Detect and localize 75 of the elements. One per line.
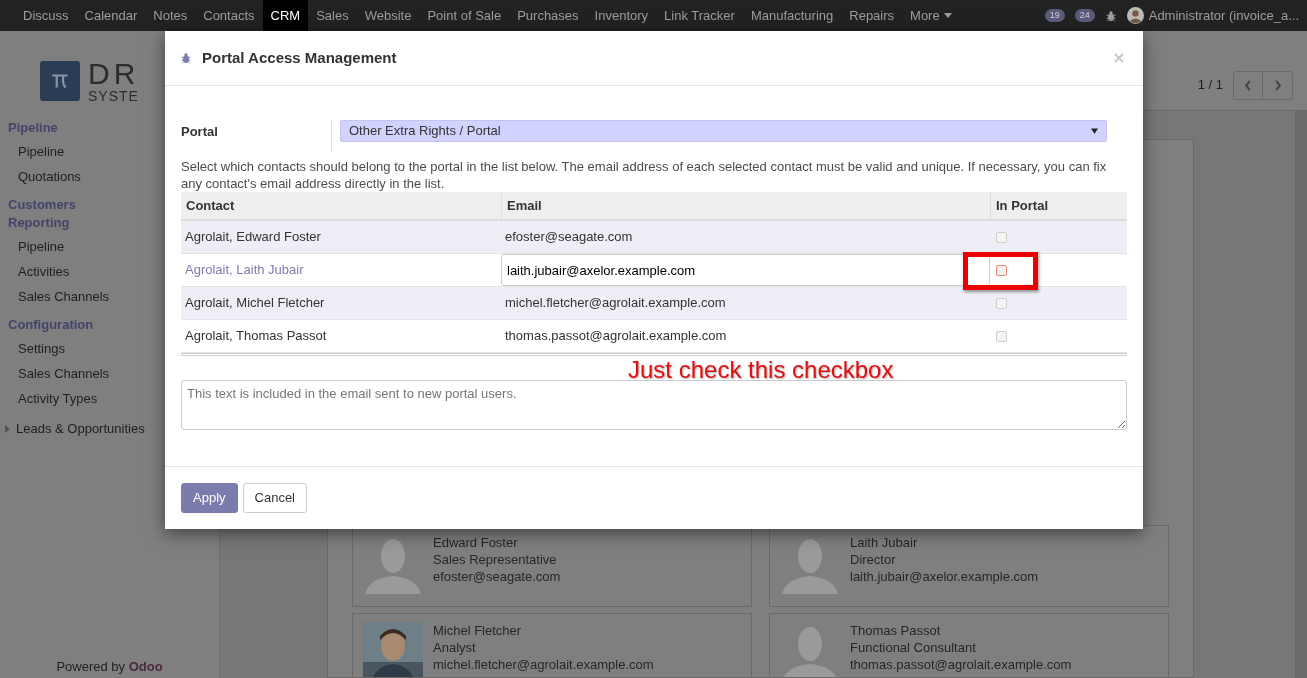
menu-item[interactable]: Discuss <box>15 0 77 31</box>
table-cell-text: michel.fletcher@agrolait.example.com <box>504 294 727 313</box>
description-text: Select which contacts should belong to the portal in the list below. The email address of each selected contact must be valid and unique. If necessary, you can fix any contact's email address directly in the list. <box>181 158 1108 192</box>
menu-item[interactable]: Purchases <box>509 0 587 31</box>
contact-title: Sales Representative <box>433 551 558 568</box>
menu-item[interactable]: CRM <box>262 0 309 31</box>
logo-subtext: SYSTE <box>88 89 140 103</box>
table-row[interactable]: Agrolait, Edward Foster efoster@seagate.com <box>181 221 1127 254</box>
menu-item[interactable]: Sales <box>308 0 357 31</box>
contact-email: laith.jubair@axelor.example.com <box>850 568 1039 585</box>
table-row[interactable]: Agrolait, Laith Jubair laith.jubair@axelor.example.com <box>181 254 1127 287</box>
activity-badge[interactable]: 19 <box>1044 9 1065 22</box>
contact-name: Laith Jubair <box>850 534 919 551</box>
checkbox[interactable] <box>996 231 1007 243</box>
table-cell-text: Agrolait, Michel Fletcher <box>184 294 326 313</box>
contact-name: Edward Foster <box>433 534 519 551</box>
chevron-right-icon <box>1273 80 1282 91</box>
column-header[interactable]: Contact <box>181 192 501 219</box>
more-menu[interactable]: More <box>902 0 960 31</box>
contact-card[interactable]: Michel Fletcher Analyst michel.fletcher@agrolait.example.com <box>352 613 752 677</box>
contact-email: efoster@seagate.com <box>433 568 561 585</box>
menu-item[interactable]: Contacts <box>195 0 263 31</box>
contact-title: Director <box>850 551 897 568</box>
dialog-title: Portal Access Management <box>202 47 397 68</box>
contact-name: Michel Fletcher <box>433 622 523 639</box>
menu-item[interactable]: Website <box>356 0 420 31</box>
portal-label: Portal <box>181 123 219 141</box>
portal-select[interactable]: Other Extra Rights / Portal <box>340 120 1107 142</box>
caret-icon <box>943 13 952 18</box>
close-button[interactable] <box>1114 53 1124 63</box>
bug-icon <box>180 52 192 64</box>
table-cell-text: Agrolait, Thomas Passot <box>184 327 328 346</box>
checkbox[interactable] <box>996 297 1007 309</box>
column-header[interactable]: In Portal <box>990 192 1127 219</box>
menu-item[interactable]: Calendar <box>76 0 146 31</box>
table-cell-text: Agrolait, Laith Jubair <box>184 261 305 280</box>
table-cell-text: thomas.passot@agrolait.example.com <box>504 327 728 346</box>
section-heading: Customers Reporting <box>8 196 77 232</box>
bug-icon <box>1104 9 1117 22</box>
dropdown-icon <box>1091 128 1098 134</box>
menu-item[interactable]: Inventory <box>586 0 657 31</box>
contact-title: Analyst <box>433 639 477 656</box>
menu-item[interactable]: Notes <box>145 0 196 31</box>
menu-item[interactable]: Repairs <box>841 0 903 31</box>
checkbox[interactable] <box>996 264 1007 276</box>
checkbox[interactable] <box>996 330 1007 342</box>
menu-item[interactable]: Manufacturing <box>742 0 842 31</box>
logo-text: DR <box>88 59 140 89</box>
apply-button[interactable]: Apply <box>181 483 238 513</box>
column-header[interactable]: Email <box>501 192 990 219</box>
contact-name: Thomas Passot <box>850 622 942 639</box>
chevron-left-icon <box>1244 80 1252 91</box>
section-heading: Pipeline <box>8 119 58 137</box>
powered-by-text: Powered by <box>56 658 127 674</box>
pager-text: 1 / 1 <box>1197 75 1223 94</box>
contact-title: Functional Consultant <box>850 639 977 656</box>
messages-badge[interactable]: 24 <box>1074 9 1095 22</box>
contact-card[interactable]: Thomas Passot Functional Consultant thomas.passot@agrolait.example.com <box>769 613 1169 677</box>
annotation-text: Just check this checkbox <box>628 357 894 383</box>
user-menu[interactable]: Administrator (invoice_a... <box>1126 5 1299 26</box>
note-field[interactable]: This text is included in the email sent to new portal users. <box>181 380 1127 430</box>
cancel-button[interactable]: Cancel <box>242 483 307 513</box>
caret-icon <box>5 424 10 433</box>
contact-email: michel.fletcher@agrolait.example.com <box>433 656 654 673</box>
avatar-icon <box>1126 7 1144 24</box>
table-cell-text: efoster@seagate.com <box>504 228 634 247</box>
menu-item[interactable]: Link Tracker <box>656 0 743 31</box>
contact-email: thomas.passot@agrolait.example.com <box>850 656 1072 673</box>
email-input[interactable]: laith.jubair@axelor.example.com <box>501 254 990 286</box>
section-heading: Configuration <box>8 316 94 334</box>
menu-item[interactable]: Point of Sale <box>419 0 510 31</box>
close-icon <box>1114 53 1124 63</box>
table-row[interactable]: Agrolait, Michel Fletcher michel.fletcher@agrolait.example.com <box>181 287 1127 320</box>
table-cell-text: Agrolait, Edward Foster <box>184 228 322 247</box>
odoo-link[interactable]: Odoo <box>128 658 163 674</box>
